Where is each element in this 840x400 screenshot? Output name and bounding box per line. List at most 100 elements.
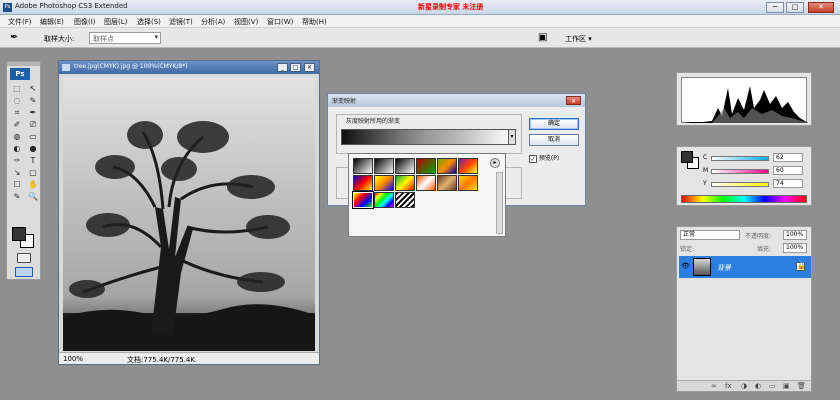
- gradient-swatch[interactable]: [352, 191, 374, 209]
- minimize-button[interactable]: ─: [766, 2, 784, 13]
- recorder-notice: 新星录制专家 未注册: [418, 3, 484, 11]
- menu-view[interactable]: 视图(V): [234, 17, 258, 27]
- yellow-value[interactable]: 74: [773, 179, 803, 188]
- menu-help[interactable]: 帮助(H): [302, 17, 327, 27]
- toolbox-header[interactable]: [7, 62, 40, 66]
- new-group-icon[interactable]: ▭: [769, 382, 776, 390]
- gradient-picker-popup: ▸: [348, 153, 506, 237]
- color-spectrum-bar[interactable]: [681, 195, 807, 203]
- menu-image[interactable]: 图像(I): [74, 17, 96, 27]
- blur-tool-icon[interactable]: ✑: [10, 156, 24, 166]
- menu-filter[interactable]: 滤镜(T): [169, 17, 193, 27]
- clone-stamp-tool-icon[interactable]: ◍: [10, 132, 24, 142]
- close-button[interactable]: ✕: [808, 2, 834, 13]
- gradient-swatch[interactable]: [458, 158, 478, 174]
- opacity-field[interactable]: 100%: [783, 230, 807, 240]
- menu-select[interactable]: 选择(S): [137, 17, 161, 27]
- hand-tool-icon[interactable]: ✋: [26, 180, 40, 190]
- menu-file[interactable]: 文件(F): [8, 17, 32, 27]
- yellow-slider[interactable]: [711, 182, 769, 187]
- slice-tool-icon[interactable]: ✒: [26, 108, 40, 118]
- gradient-swatch[interactable]: [416, 175, 436, 191]
- cyan-slider[interactable]: [711, 156, 769, 161]
- gradient-swatch[interactable]: [353, 175, 373, 191]
- workspace-button[interactable]: 工作区 ▾: [565, 34, 592, 44]
- preview-checkbox[interactable]: ✓ 预览(P): [529, 153, 559, 163]
- path-selection-tool-icon[interactable]: ↘: [10, 168, 24, 178]
- zoom-tool-icon[interactable]: 🔍: [26, 192, 40, 202]
- gradient-dropdown-arrow[interactable]: ▾: [508, 129, 516, 145]
- gradient-swatch[interactable]: [395, 175, 415, 191]
- history-brush-tool-icon[interactable]: ▭: [26, 132, 40, 142]
- cyan-value[interactable]: 62: [773, 153, 803, 162]
- layer-row-background[interactable]: 👁 背景 🔒: [679, 256, 811, 278]
- move-tool-icon[interactable]: ↖: [26, 84, 40, 94]
- gradient-swatch[interactable]: [374, 175, 394, 191]
- gradient-preview-bar[interactable]: [341, 129, 513, 145]
- panel-foreground-swatch[interactable]: [681, 151, 693, 163]
- gradient-swatch[interactable]: [437, 158, 457, 174]
- marquee-tool-icon[interactable]: ⬚: [10, 84, 24, 94]
- brush-tool-icon[interactable]: ⎚: [26, 120, 40, 130]
- visibility-eye-icon[interactable]: 👁: [681, 262, 690, 270]
- crop-tool-icon[interactable]: ⌗: [10, 108, 24, 118]
- preview-checkbox-box[interactable]: ✓: [529, 154, 537, 163]
- doc-close-button[interactable]: ✕: [304, 63, 315, 72]
- gradient-swatch[interactable]: [374, 158, 394, 174]
- zoom-level[interactable]: 100%: [63, 355, 83, 363]
- gradient-group-label: 灰度映射所用的渐变: [344, 116, 403, 125]
- layer-thumbnail: [693, 258, 711, 276]
- gradient-swatch[interactable]: [353, 158, 373, 174]
- layer-mask-icon[interactable]: ◑: [741, 382, 747, 390]
- gradient-swatch[interactable]: [416, 158, 436, 174]
- gradient-swatch[interactable]: [437, 175, 457, 191]
- dialog-close-button[interactable]: ✕: [566, 96, 581, 105]
- link-layers-icon[interactable]: ∞: [711, 382, 717, 390]
- gradient-swatch[interactable]: [458, 175, 478, 191]
- gradient-swatch[interactable]: [395, 158, 415, 174]
- color-panel: C 62 M 60 Y 74: [676, 146, 812, 206]
- gradient-swatch[interactable]: [395, 192, 415, 208]
- doc-maximize-button[interactable]: □: [290, 63, 301, 72]
- shape-tool-icon[interactable]: ▢: [26, 168, 40, 178]
- sample-size-label: 取样大小:: [44, 35, 75, 43]
- healing-brush-tool-icon[interactable]: ✐: [10, 120, 24, 130]
- menu-window[interactable]: 窗口(W): [267, 17, 293, 27]
- gradient-tool-icon[interactable]: ●: [26, 144, 40, 154]
- eyedropper-tool-icon[interactable]: ✎: [10, 192, 24, 202]
- delete-layer-icon[interactable]: 🗑: [797, 382, 806, 390]
- picker-menu-button[interactable]: ▸: [490, 158, 500, 168]
- notes-tool-icon[interactable]: ☐: [10, 180, 24, 190]
- foreground-color-swatch[interactable]: [12, 227, 26, 241]
- blend-mode-select[interactable]: 正常: [680, 230, 740, 240]
- magenta-value[interactable]: 60: [773, 166, 803, 175]
- ok-button[interactable]: 确定: [529, 118, 579, 130]
- quick-mask-icon[interactable]: [17, 253, 31, 263]
- gradient-swatch[interactable]: [374, 192, 394, 208]
- options-bar: ✒ 取样大小: 取样点 ▣ 工作区 ▾: [0, 28, 840, 48]
- camera-icon[interactable]: ▣: [538, 32, 547, 43]
- menu-layer[interactable]: 图层(L): [104, 17, 127, 27]
- cyan-row: C 62: [703, 153, 808, 163]
- eraser-tool-icon[interactable]: ◐: [10, 144, 24, 154]
- adjustment-layer-icon[interactable]: ◐: [755, 382, 761, 390]
- layer-style-icon[interactable]: fx: [725, 382, 732, 390]
- magic-wand-tool-icon[interactable]: ✎: [26, 96, 40, 106]
- eyedropper-icon[interactable]: ✒: [10, 32, 18, 43]
- document-title-bar[interactable]: tree.jpg(CMYK).jpg @ 100%(CMYK/8*) _ □ ✕: [59, 61, 319, 74]
- cancel-button[interactable]: 取消: [529, 134, 579, 146]
- picker-scrollbar[interactable]: [496, 172, 503, 234]
- new-layer-icon[interactable]: ▣: [783, 382, 790, 390]
- type-tool-icon[interactable]: T: [26, 156, 40, 166]
- maximize-button[interactable]: □: [786, 2, 804, 13]
- sample-size-select[interactable]: 取样点: [89, 32, 161, 44]
- menu-edit[interactable]: 编辑(E): [40, 17, 64, 27]
- tree-image[interactable]: [63, 77, 315, 351]
- menu-analysis[interactable]: 分析(A): [201, 17, 225, 27]
- magenta-slider[interactable]: [711, 169, 769, 174]
- doc-size-info[interactable]: 文档:775.4K/775.4K: [127, 355, 195, 365]
- screen-mode-icon[interactable]: [15, 267, 33, 277]
- lasso-tool-icon[interactable]: ◌: [10, 96, 24, 106]
- doc-minimize-button[interactable]: _: [277, 63, 288, 72]
- fill-field[interactable]: 100%: [783, 243, 807, 253]
